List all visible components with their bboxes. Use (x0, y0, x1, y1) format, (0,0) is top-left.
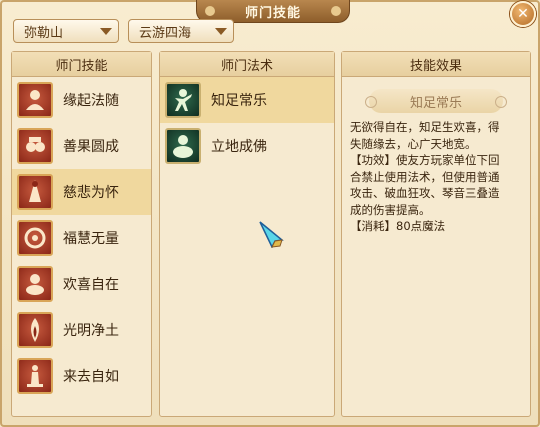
cursor-icon (259, 221, 284, 248)
region-dropdown-value: 云游四海 (139, 25, 192, 41)
chevron-down-icon (215, 27, 227, 35)
statue-icon (17, 174, 53, 210)
skill-row[interactable]: 缘起法随 (12, 77, 151, 123)
skill-row[interactable]: 欢喜自在 (12, 261, 151, 307)
lamp-icon (17, 358, 53, 394)
buddha-icon (17, 266, 53, 302)
spell-row[interactable]: 知足常乐 (160, 77, 334, 123)
effect-line: 合禁止使用法术，但使用普通 (350, 169, 500, 184)
skill-label: 福慧无量 (63, 231, 119, 247)
skill-label: 缘起法随 (63, 93, 119, 109)
sect-skills-panel: 师门技能 缘起法随善果圆成慈悲为怀福慧无量欢喜自在光明净土来去自如 (11, 51, 152, 417)
chevron-down-icon (100, 27, 112, 35)
skill-label: 慈悲为怀 (63, 185, 119, 201)
skill-label: 欢喜自在 (63, 277, 119, 293)
flower-icon (17, 220, 53, 256)
effect-description: 无欲得自在，知足生欢喜，得 失随缘去，心广天地宽。【功效】使友方玩家单位下回 合禁止… (342, 119, 530, 235)
spell-label: 知足常乐 (211, 93, 267, 109)
fruit-icon (17, 128, 53, 164)
spells-header: 师门法术 (160, 52, 334, 77)
spell-row[interactable]: 立地成佛 (160, 123, 334, 169)
skill-row[interactable]: 福慧无量 (12, 215, 151, 261)
skill-row[interactable]: 善果圆成 (12, 123, 151, 169)
effect-line: 攻击、破血狂攻、琴音三叠造 (350, 186, 500, 200)
sect-dropdown-value: 弥勒山 (24, 25, 64, 41)
effect-line: 失随缘去，心广天地宽。 (350, 136, 477, 151)
dancing-figure-icon (165, 82, 201, 118)
window-title: 师门技能 (244, 5, 301, 21)
effect-line: 无欲得自在，知足生欢喜，得 (350, 120, 500, 134)
meditation-icon (17, 82, 53, 118)
effect-line: 成的伤害提高。 (350, 202, 431, 217)
region-dropdown[interactable]: 云游四海 (128, 19, 234, 43)
spell-label: 立地成佛 (211, 139, 267, 155)
close-button[interactable]: ✕ (510, 1, 536, 27)
effect-line: 【消耗】80点魔法 (350, 219, 446, 233)
sect-dropdown[interactable]: 弥勒山 (13, 19, 119, 43)
effect-header: 技能效果 (342, 52, 530, 77)
seated-buddha-icon (165, 128, 201, 164)
flame-icon (17, 312, 53, 348)
skill-row[interactable]: 光明净土 (12, 307, 151, 353)
close-icon: ✕ (517, 6, 529, 22)
skill-label: 光明净土 (63, 323, 119, 339)
effect-skill-name: 知足常乐 (365, 89, 507, 113)
skill-row[interactable]: 慈悲为怀 (12, 169, 151, 215)
skill-label: 来去自如 (63, 369, 119, 385)
skill-row[interactable]: 来去自如 (12, 353, 151, 399)
skill-label: 善果圆成 (63, 139, 119, 155)
spells-list: 知足常乐 立地成佛 (160, 77, 334, 169)
skills-header: 师门技能 (12, 52, 151, 77)
effect-line: 【功效】使友方玩家单位下回 (350, 153, 500, 167)
sect-spells-panel: 师门法术 知足常乐立地成佛 (159, 51, 335, 417)
skill-effect-panel: 技能效果 知足常乐 无欲得自在，知足生欢喜，得 失随缘去，心广天地宽。【功效】使友… (341, 51, 531, 417)
skills-list: 缘起法随善果圆成慈悲为怀福慧无量欢喜自在光明净土来去自如 (12, 77, 151, 399)
